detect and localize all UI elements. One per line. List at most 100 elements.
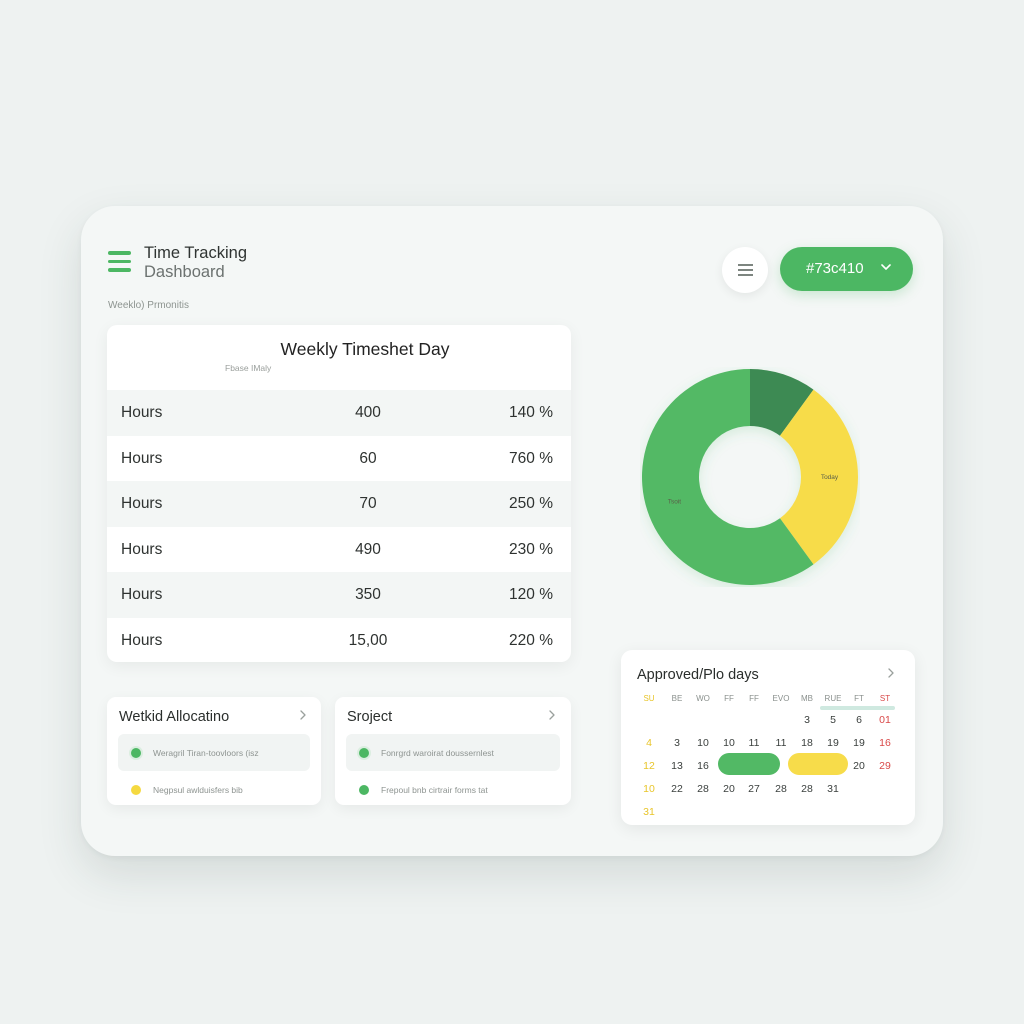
- calendar-title: Approved/Plo days: [637, 667, 759, 683]
- calendar-highlight-bar: [820, 706, 895, 710]
- calendar-weekday-header: FF: [724, 694, 734, 703]
- calendar-day[interactable]: 11: [741, 737, 767, 749]
- calendar-day[interactable]: 3: [794, 714, 820, 726]
- status-dot-icon: [131, 785, 141, 795]
- row-hours-value: 15,00: [348, 632, 388, 649]
- app-title: Time Tracking Dashboard: [144, 244, 247, 282]
- row-percent: 760 %: [509, 449, 553, 467]
- donut-chart: Today Tsoit: [642, 369, 858, 585]
- color-select-button[interactable]: #73c410: [780, 247, 913, 291]
- row-label: Hours: [121, 586, 163, 604]
- row-label: Hours: [121, 540, 163, 558]
- table-row[interactable]: Hours 400 140 %: [107, 390, 571, 436]
- hamburger-icon[interactable]: [108, 251, 131, 272]
- calendar-day[interactable]: 20: [846, 760, 872, 772]
- project-title: Sroject: [347, 709, 393, 725]
- row-hours-value: 60: [359, 449, 377, 467]
- calendar-day[interactable]: 13: [664, 760, 690, 772]
- status-dot-icon: [359, 748, 369, 758]
- row-percent: 250 %: [509, 495, 553, 513]
- chevron-right-icon[interactable]: [885, 666, 897, 680]
- timesheet-title: Weekly Timeshet Day: [280, 339, 450, 359]
- weekly-allocation-card[interactable]: Wetkid Allocatino Weragril Tiran-toovloo…: [107, 697, 321, 805]
- calendar-weekday-header: FT: [854, 694, 864, 703]
- calendar-day[interactable]: 31: [820, 783, 846, 795]
- calendar-weekday-header: BE: [671, 694, 683, 703]
- allocation-item-text: Negpsul awlduisfers bib: [153, 785, 243, 795]
- row-hours-value: 400: [355, 404, 381, 421]
- calendar-day[interactable]: 10: [690, 737, 716, 749]
- calendar-day[interactable]: 20: [716, 783, 742, 795]
- calendar-day[interactable]: 28: [690, 783, 716, 795]
- table-row[interactable]: Hours 15,00 220 %: [107, 618, 571, 662]
- weekly-timesheet-table: Weekly Timeshet Day Fbase IMaly Hours 400…: [107, 325, 571, 662]
- chevron-right-icon[interactable]: [546, 708, 558, 722]
- calendar-day[interactable]: 27: [741, 783, 767, 795]
- table-row[interactable]: Hours 350 120 %: [107, 572, 571, 618]
- calendar-day[interactable]: 29: [872, 760, 898, 772]
- project-item[interactable]: Fonrgrd waroirat doussernlest: [346, 734, 560, 771]
- status-dot-icon: [131, 748, 141, 758]
- allocation-item[interactable]: Negpsul awlduisfers bib: [118, 771, 310, 808]
- app-title-line1: Time Tracking: [144, 244, 247, 262]
- calendar-day[interactable]: 5: [820, 714, 846, 726]
- table-row[interactable]: Hours 60 760 %: [107, 436, 571, 482]
- calendar-day[interactable]: 10: [716, 737, 742, 749]
- calendar-day[interactable]: 16: [872, 737, 898, 749]
- calendar-day[interactable]: 18: [794, 737, 820, 749]
- calendar-day[interactable]: 12: [636, 760, 662, 772]
- approved-days-calendar: Approved/Plo days SU BE WO FF FF EVO MB RUE FT ST…: [621, 650, 915, 825]
- calendar-day[interactable]: 19: [846, 737, 872, 749]
- project-item-text: Frepoul bnb cirtrair forms tat: [381, 785, 488, 795]
- color-value: #73c410: [806, 260, 864, 277]
- calendar-day[interactable]: 31: [636, 806, 662, 818]
- timesheet-subtitle: Fbase IMaly: [225, 363, 272, 373]
- calendar-day[interactable]: 11: [768, 737, 794, 749]
- calendar-day[interactable]: 10: [636, 783, 662, 795]
- row-label: Hours: [121, 495, 163, 513]
- calendar-weekday-header: MB: [801, 694, 813, 703]
- allocation-title: Wetkid Allocatino: [119, 709, 230, 725]
- row-hours-value: 70: [359, 495, 377, 513]
- calendar-day[interactable]: 19: [820, 737, 846, 749]
- project-card[interactable]: Sroject Fonrgrd waroirat doussernlest Fr…: [335, 697, 571, 805]
- chevron-down-icon: [881, 264, 891, 270]
- calendar-range-pill[interactable]: [788, 753, 848, 775]
- row-hours-value: 490: [355, 540, 381, 558]
- calendar-day[interactable]: 16: [690, 760, 716, 772]
- table-row[interactable]: Hours 70 250 %: [107, 481, 571, 527]
- row-label: Hours: [121, 632, 163, 649]
- calendar-weekday-header: RUE: [824, 694, 842, 703]
- project-item[interactable]: Frepoul bnb cirtrair forms tat: [346, 771, 560, 808]
- table-row[interactable]: Hours 490 230 %: [107, 527, 571, 573]
- calendar-day[interactable]: 28: [794, 783, 820, 795]
- menu-button[interactable]: [722, 247, 768, 293]
- calendar-weekday-header: FF: [749, 694, 759, 703]
- app-title-line2: Dashboard: [144, 263, 225, 281]
- row-percent: 220 %: [509, 632, 553, 649]
- allocation-item-text: Weragril Tiran-toovloors (isz: [153, 748, 259, 758]
- page-subtitle: Weeklo) Prmonitis: [108, 300, 189, 311]
- calendar-day[interactable]: 4: [636, 737, 662, 749]
- donut-segment-label: Tsoit: [668, 499, 682, 506]
- row-percent: 140 %: [509, 404, 553, 421]
- calendar-day[interactable]: 28: [768, 783, 794, 795]
- row-label: Hours: [121, 449, 163, 467]
- allocation-item[interactable]: Weragril Tiran-toovloors (isz: [118, 734, 310, 771]
- calendar-weekday-header: ST: [879, 694, 891, 703]
- row-hours-value: 350: [355, 586, 381, 604]
- calendar-day[interactable]: 6: [846, 714, 872, 726]
- menu-icon: [738, 264, 753, 266]
- calendar-day[interactable]: 22: [664, 783, 690, 795]
- row-label: Hours: [121, 404, 163, 421]
- calendar-day[interactable]: 3: [664, 737, 690, 749]
- calendar-weekday-header: EVO: [772, 694, 790, 703]
- calendar-weekday-header: SU: [643, 694, 655, 703]
- calendar-weekday-header: WO: [696, 694, 710, 703]
- donut-segment-label: Today: [821, 474, 839, 481]
- calendar-day[interactable]: 01: [872, 714, 898, 726]
- row-percent: 230 %: [509, 540, 553, 558]
- row-percent: 120 %: [509, 586, 553, 604]
- chevron-right-icon[interactable]: [297, 708, 309, 722]
- calendar-range-pill[interactable]: [718, 753, 780, 775]
